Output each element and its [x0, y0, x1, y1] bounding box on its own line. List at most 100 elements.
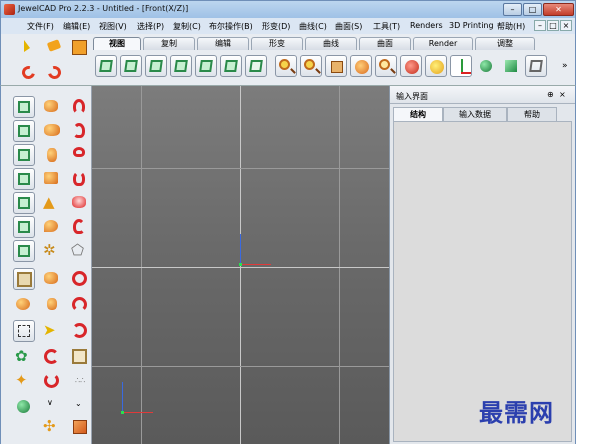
sphere-shading-icon[interactable] — [475, 55, 497, 77]
right-view-icon[interactable] — [220, 55, 242, 77]
ring-open-icon[interactable] — [69, 320, 91, 342]
minimize-button[interactable]: – — [503, 3, 522, 16]
menu-surface[interactable]: 曲面(S) — [335, 21, 362, 32]
perspective-view-icon[interactable] — [245, 55, 267, 77]
cube-left-icon[interactable] — [13, 240, 35, 262]
zoom-window-icon[interactable] — [375, 55, 397, 77]
cube-right-icon[interactable] — [13, 216, 35, 238]
tab-surface[interactable]: 曲面 — [359, 37, 411, 50]
maximize-button[interactable]: □ — [523, 3, 542, 16]
left-view-icon[interactable] — [195, 55, 217, 77]
menu-boolean[interactable]: 布尔操作(B) — [209, 21, 253, 32]
pyramid-icon[interactable]: ▲ — [41, 192, 63, 214]
close-button[interactable]: ✕ — [543, 3, 574, 16]
doc-restore-button[interactable]: □ — [547, 20, 559, 31]
pattern-icon[interactable]: ∴∴ — [69, 370, 91, 392]
flame-icon[interactable] — [69, 192, 91, 214]
tile-icon[interactable] — [69, 416, 91, 438]
menu-edit[interactable]: 编辑(E) — [63, 21, 90, 32]
tab-help[interactable]: 帮助 — [507, 107, 557, 121]
twin-ball-icon[interactable] — [41, 268, 63, 290]
light-icon[interactable] — [425, 55, 447, 77]
rotate-left-icon[interactable] — [41, 346, 63, 368]
menu-renders[interactable]: Renders — [410, 21, 443, 30]
spiral-icon[interactable] — [69, 168, 91, 190]
panel-close-icon[interactable]: × — [559, 90, 566, 99]
loop-icon[interactable] — [69, 346, 91, 368]
menu-view[interactable]: 视图(V) — [99, 21, 127, 32]
tab-curve[interactable]: 曲线 — [305, 37, 357, 50]
menu-select[interactable]: 选择(P) — [137, 21, 164, 32]
top-view-icon[interactable] — [145, 55, 167, 77]
pointer-icon[interactable]: ➤ — [41, 320, 63, 342]
menu-deform[interactable]: 形变(D) — [262, 21, 290, 32]
bottom-view-icon[interactable] — [170, 55, 192, 77]
twist-icon[interactable] — [69, 144, 91, 166]
menu-help[interactable]: 帮助(H) — [497, 21, 525, 32]
paint-icon[interactable] — [45, 38, 65, 56]
menu-copy[interactable]: 复制(C) — [173, 21, 201, 32]
cube-view-icon[interactable] — [13, 96, 35, 118]
tab-deform[interactable]: 形变 — [251, 37, 303, 50]
flower-icon[interactable]: ✿ — [13, 346, 35, 368]
zoom-fit-icon[interactable] — [325, 55, 347, 77]
zoom-in-icon[interactable] — [275, 55, 297, 77]
save-icon[interactable] — [69, 38, 89, 56]
pointer-tool-icon[interactable] — [19, 38, 39, 56]
cube-front-icon[interactable] — [13, 120, 35, 142]
ring-shank-icon[interactable] — [69, 294, 91, 316]
gear-icon[interactable]: ✲ — [41, 240, 63, 262]
cylinder-icon[interactable] — [41, 144, 63, 166]
doc-minimize-button[interactable]: – — [534, 20, 546, 31]
toolbar-more-button[interactable]: » — [562, 61, 568, 71]
capsule-icon[interactable] — [41, 96, 63, 118]
tab-adjust[interactable]: 调整 — [475, 37, 535, 50]
axes-icon[interactable] — [450, 55, 472, 77]
wireframe-cube-icon[interactable] — [525, 55, 547, 77]
cube-side-icon[interactable] — [13, 144, 35, 166]
toolbar-area: 视图 复制 编辑 形变 曲线 曲面 Render 调整 » — [0, 34, 576, 86]
pin-icon[interactable]: ⊕ — [547, 90, 554, 99]
deform-icon[interactable] — [41, 168, 63, 190]
tab-edit[interactable]: 编辑 — [197, 37, 249, 50]
front-viewport[interactable] — [92, 86, 389, 444]
front-view-icon[interactable] — [95, 55, 117, 77]
more-icon[interactable]: ∨ — [41, 396, 63, 418]
grid-line — [92, 267, 389, 268]
hand-curve-icon[interactable] — [69, 120, 91, 142]
bead-icon[interactable] — [41, 294, 63, 316]
menu-3d-printing[interactable]: 3D Printing — [449, 21, 494, 30]
cross-icon[interactable]: ✣ — [41, 416, 63, 438]
hook-icon[interactable] — [69, 216, 91, 238]
star-icon[interactable]: ✦ — [13, 370, 35, 392]
menu-tools[interactable]: 工具(T) — [373, 21, 400, 32]
tab-copy[interactable]: 复制 — [143, 37, 195, 50]
redo-icon[interactable] — [45, 63, 65, 82]
tab-view[interactable]: 视图 — [93, 37, 141, 50]
expand-icon[interactable]: ⌄ — [69, 396, 91, 418]
menu-file[interactable]: 文件(F) — [27, 21, 54, 32]
menu-curve[interactable]: 曲线(C) — [299, 21, 327, 32]
doc-close-button[interactable]: × — [560, 20, 572, 31]
grid-icon[interactable] — [13, 268, 35, 290]
cube-bottom-icon[interactable] — [13, 192, 35, 214]
tab-input-data[interactable]: 输入数据 — [443, 107, 507, 121]
tab-render[interactable]: Render — [413, 37, 473, 50]
render-preview-icon[interactable] — [400, 55, 422, 77]
select-box-icon[interactable] — [13, 320, 35, 342]
cube-top-icon[interactable] — [13, 168, 35, 190]
zoom-out-icon[interactable] — [300, 55, 322, 77]
curve-red-icon[interactable] — [69, 96, 91, 118]
rotate-view-icon[interactable] — [350, 55, 372, 77]
ball-icon[interactable] — [13, 396, 35, 418]
gem-outline-icon[interactable]: ⬠ — [69, 240, 91, 262]
solid-cube-icon[interactable] — [500, 55, 522, 77]
pill-icon[interactable] — [41, 120, 63, 142]
rotate-right-icon[interactable] — [41, 370, 63, 392]
drop-icon[interactable] — [41, 216, 63, 238]
back-view-icon[interactable] — [120, 55, 142, 77]
tab-structure[interactable]: 结构 — [393, 107, 443, 121]
undo-icon[interactable] — [19, 63, 39, 82]
ring-icon[interactable] — [69, 268, 91, 290]
align-icon[interactable] — [13, 294, 35, 316]
